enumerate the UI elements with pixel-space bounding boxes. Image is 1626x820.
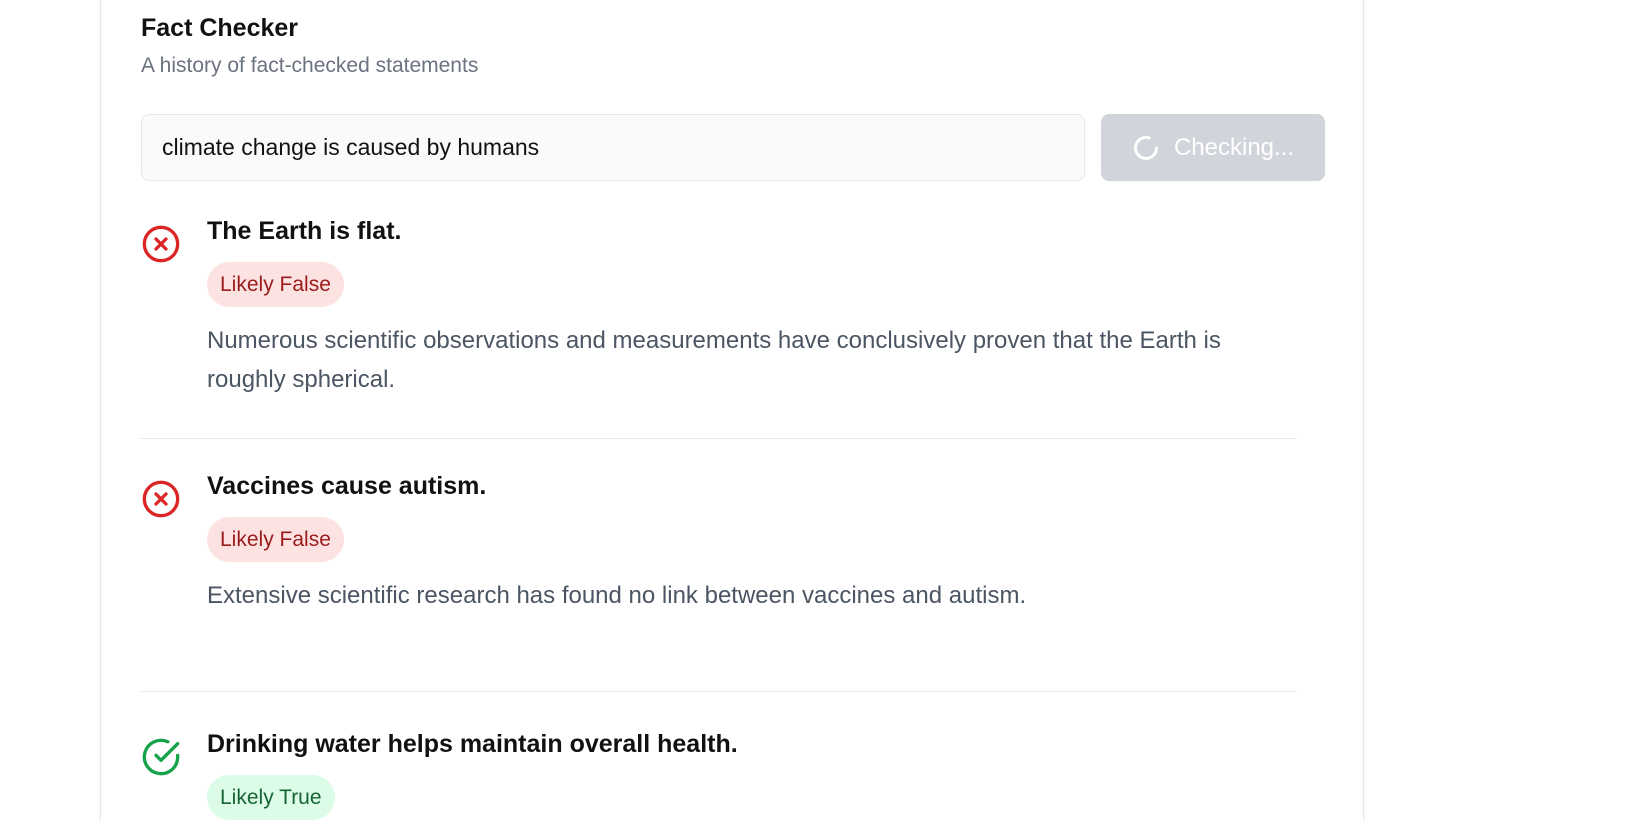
page-subtitle: A history of fact-checked statements: [141, 54, 479, 77]
entry-body: Drinking water helps maintain overall he…: [207, 727, 1297, 820]
history-entry: Vaccines cause autism. Likely False Exte…: [141, 469, 1297, 692]
x-circle-icon: [142, 480, 180, 518]
check-circle-icon: [142, 738, 180, 776]
statement-text: Drinking water helps maintain overall he…: [207, 730, 738, 758]
verdict-badge: Likely False: [207, 517, 344, 562]
statement-input[interactable]: [141, 114, 1085, 181]
fact-check-history: The Earth is flat. Likely False Numerous…: [141, 214, 1297, 820]
fact-checker-card: Fact Checker A history of fact-checked s…: [100, 0, 1364, 820]
statement-text: The Earth is flat.: [207, 217, 402, 245]
check-button[interactable]: Checking...: [1101, 114, 1325, 181]
entry-body: Vaccines cause autism. Likely False Exte…: [207, 469, 1297, 615]
explanation-text: Extensive scientific research has found …: [207, 582, 1027, 609]
verdict-badge: Likely False: [207, 262, 344, 307]
history-entry: Drinking water helps maintain overall he…: [141, 727, 1297, 820]
spinner-icon: [1134, 135, 1158, 160]
explanation-text: Numerous scientific observations and mea…: [207, 327, 1221, 393]
entry-body: The Earth is flat. Likely False Numerous…: [207, 214, 1297, 399]
history-entry: The Earth is flat. Likely False Numerous…: [141, 214, 1297, 439]
page-title: Fact Checker: [141, 14, 299, 42]
check-button-label: Checking...: [1173, 133, 1295, 161]
verdict-badge: Likely True: [207, 775, 335, 820]
statement-form: Checking...: [141, 114, 1325, 181]
statement-text: Vaccines cause autism.: [207, 472, 487, 500]
x-circle-icon: [142, 225, 180, 263]
